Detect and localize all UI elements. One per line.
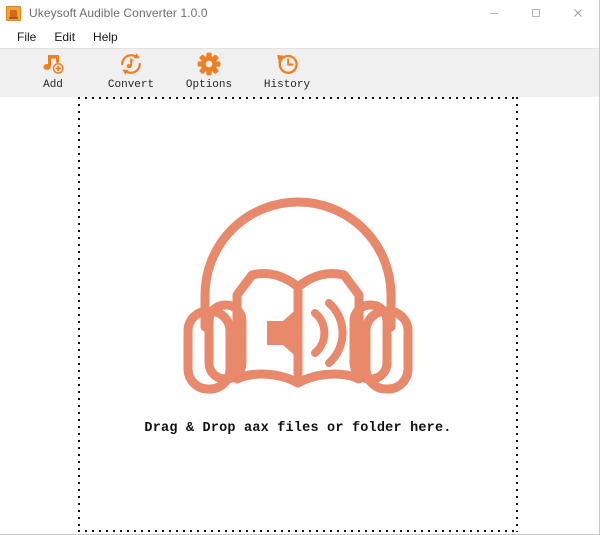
menu-item-file[interactable]: File	[8, 28, 45, 46]
file-drop-zone[interactable]: Drag & Drop aax files or folder here.	[78, 97, 518, 532]
menu-bar: File Edit Help	[0, 26, 599, 48]
content-area: Drag & Drop aax files or folder here.	[0, 97, 599, 534]
toolbar-button-options[interactable]: Options	[170, 49, 248, 97]
title-bar: Ukeysoft Audible Converter 1.0.0	[0, 0, 599, 26]
toolbar-button-add[interactable]: Add	[14, 49, 92, 97]
toolbar: Add Convert Options History	[0, 48, 599, 97]
drop-instruction-text: Drag & Drop aax files or folder here.	[144, 421, 452, 436]
toolbar-label-history: History	[263, 79, 311, 91]
toolbar-button-convert[interactable]: Convert	[92, 49, 170, 97]
window-title: Ukeysoft Audible Converter 1.0.0	[29, 6, 208, 20]
gear-icon	[196, 51, 222, 77]
menu-item-edit[interactable]: Edit	[45, 28, 84, 46]
toolbar-label-add: Add	[43, 79, 63, 91]
audiobook-headphones-book-icon	[179, 183, 417, 399]
toolbar-label-convert: Convert	[107, 79, 155, 91]
music-note-plus-icon	[40, 51, 66, 77]
app-logo-icon	[6, 5, 21, 21]
maximize-button[interactable]	[515, 0, 557, 26]
application-window: Ukeysoft Audible Converter 1.0.0 File Ed…	[0, 0, 600, 535]
clock-history-icon	[274, 51, 300, 77]
window-controls	[473, 0, 599, 26]
minimize-button[interactable]	[473, 0, 515, 26]
menu-item-help[interactable]: Help	[84, 28, 127, 46]
toolbar-button-history[interactable]: History	[248, 49, 326, 97]
refresh-music-note-icon	[118, 51, 144, 77]
toolbar-label-options: Options	[185, 79, 233, 91]
close-button[interactable]	[557, 0, 599, 26]
